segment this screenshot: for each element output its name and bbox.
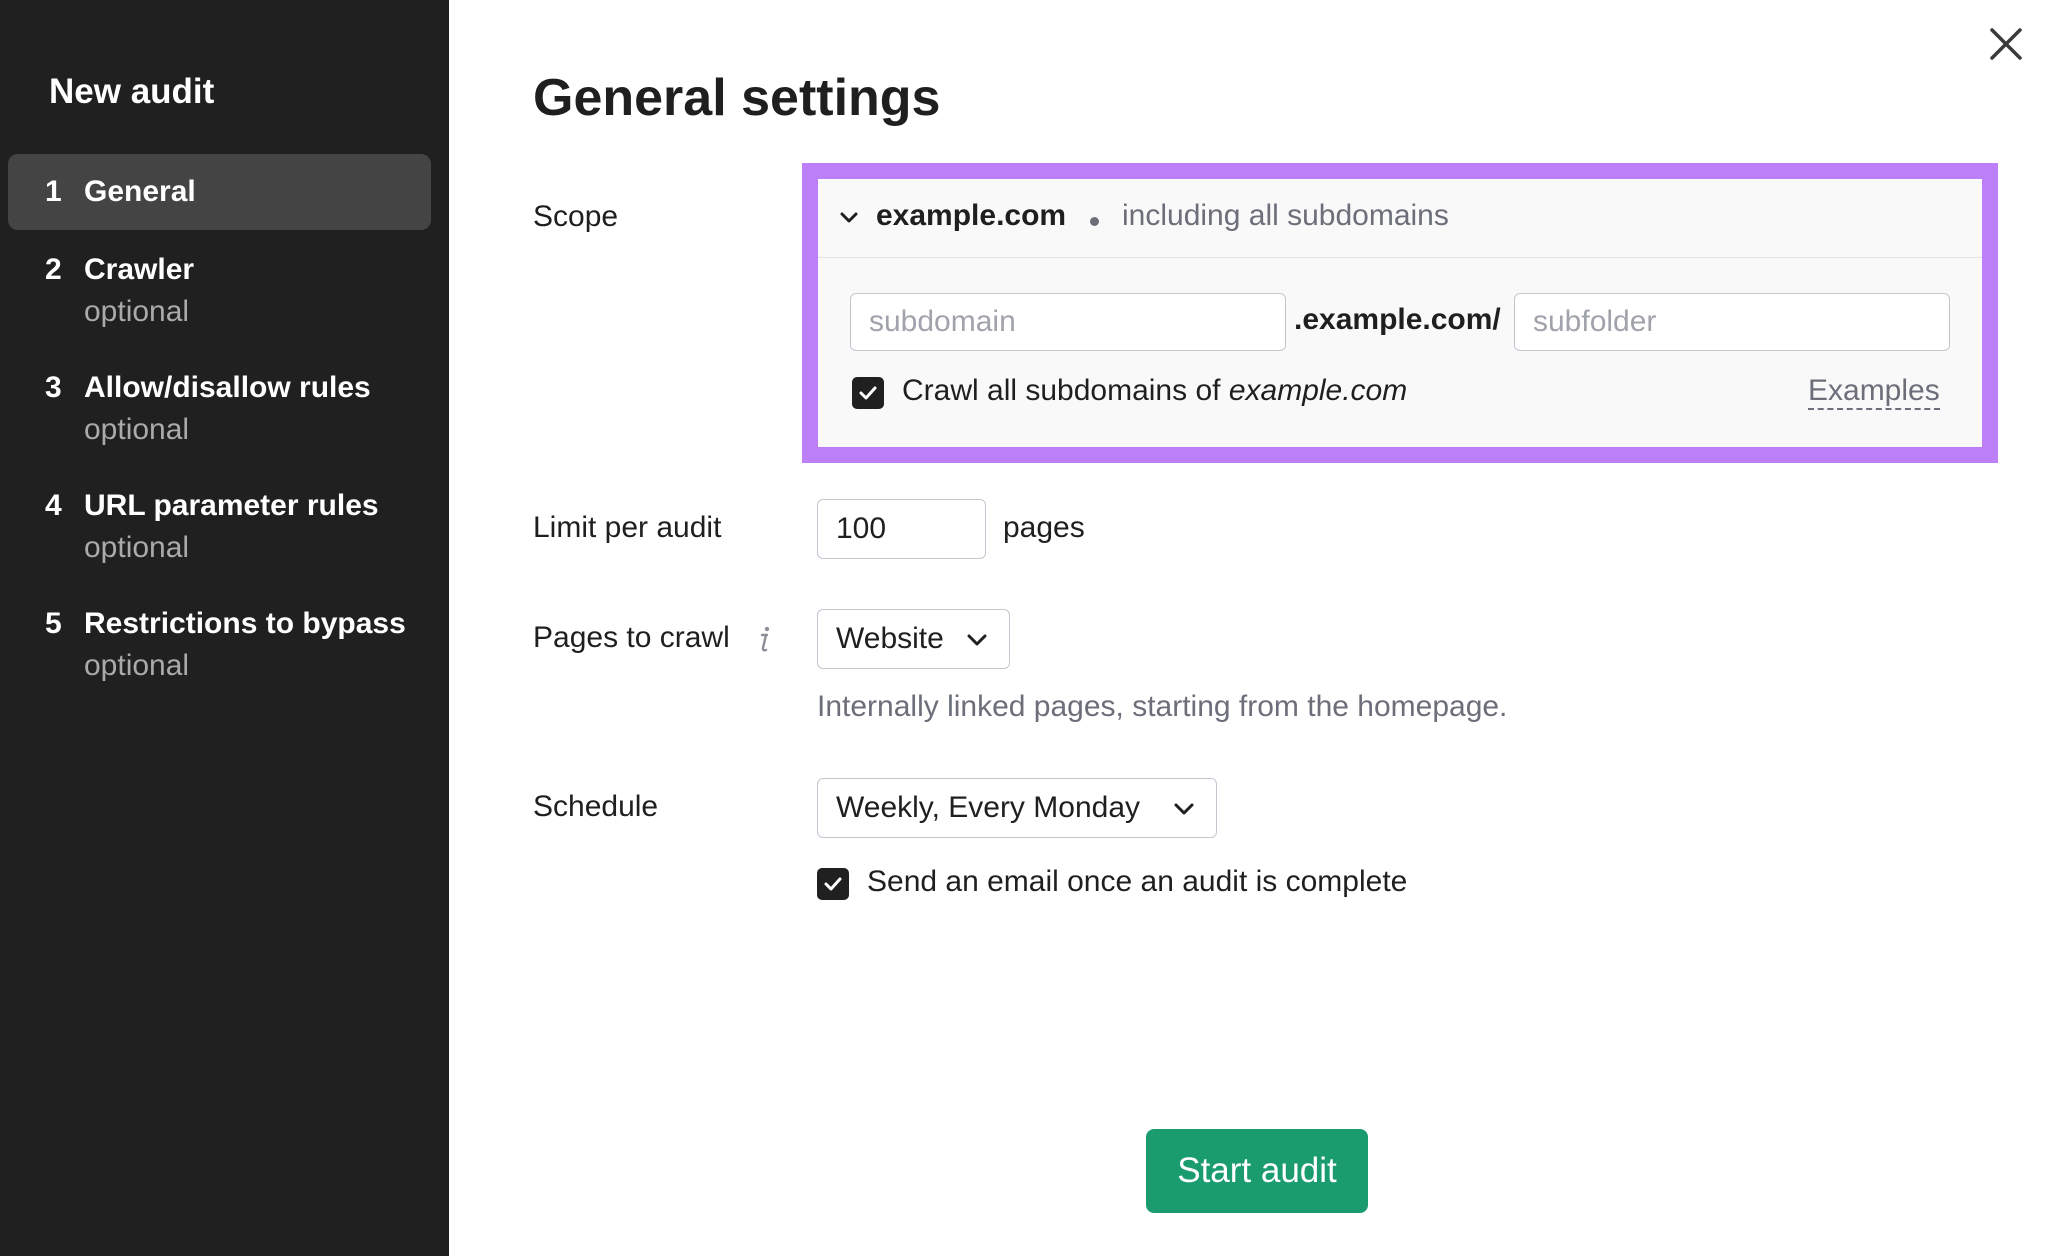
step-number: 1 xyxy=(45,175,62,208)
scope-header-toggle[interactable]: example.com including all subdomains xyxy=(818,179,1982,258)
step-number: 5 xyxy=(45,607,62,640)
limit-unit-label: pages xyxy=(1003,511,1085,544)
email-notification-label: Send an email once an audit is complete xyxy=(867,865,1408,898)
subdomain-input[interactable] xyxy=(850,293,1286,351)
limit-per-audit-label: Limit per audit xyxy=(533,511,722,544)
subfolder-input[interactable] xyxy=(1514,293,1950,351)
sidebar: New audit 1 General 2 Crawler optional 3… xyxy=(0,0,449,1256)
email-notification-checkbox[interactable] xyxy=(817,868,849,900)
close-icon xyxy=(1990,28,2022,60)
sidebar-step-crawler[interactable]: 2 Crawler optional xyxy=(8,250,431,334)
scope-panel: example.com including all subdomains .ex… xyxy=(818,179,1982,447)
step-number: 4 xyxy=(45,489,62,522)
sidebar-step-restrictions-to-bypass[interactable]: 5 Restrictions to bypass optional xyxy=(8,604,431,688)
page-title: General settings xyxy=(533,69,941,127)
pages-to-crawl-label: Pages to crawl xyxy=(533,621,730,654)
crawl-all-subdomains-checkbox[interactable] xyxy=(852,377,884,409)
pages-to-crawl-selected: Website xyxy=(836,622,944,655)
sidebar-step-general[interactable]: 1 General xyxy=(8,154,431,230)
start-audit-button[interactable]: Start audit xyxy=(1146,1129,1368,1213)
crawl-all-subdomains-label: Crawl all subdomains of example.com xyxy=(902,374,1407,408)
schedule-label: Schedule xyxy=(533,790,659,823)
examples-link[interactable]: Examples xyxy=(1808,374,1940,410)
pages-to-crawl-select[interactable]: Website xyxy=(817,609,1010,669)
schedule-select[interactable]: Weekly, Every Monday xyxy=(817,778,1217,838)
close-button[interactable] xyxy=(1986,24,2026,64)
crawl-all-domain: example.com xyxy=(1228,374,1408,407)
scope-note: including all subdomains xyxy=(1122,199,1449,232)
pages-to-crawl-hint: Internally linked pages, starting from t… xyxy=(817,690,1508,723)
separator-dot xyxy=(1090,217,1099,226)
scope-label: Scope xyxy=(533,200,619,233)
sidebar-step-url-parameter-rules[interactable]: 4 URL parameter rules optional xyxy=(8,486,431,570)
chevron-down-icon xyxy=(967,634,987,646)
domain-suffix: .example.com/ xyxy=(1294,303,1501,336)
step-number: 3 xyxy=(45,371,62,404)
step-label: URL parameter rules xyxy=(84,489,379,522)
sidebar-step-allow-disallow-rules[interactable]: 3 Allow/disallow rules optional xyxy=(8,368,431,452)
chevron-down-icon xyxy=(1174,803,1194,815)
step-label: Restrictions to bypass xyxy=(84,607,406,640)
checkmark-icon xyxy=(824,877,842,891)
chevron-down-icon xyxy=(840,212,858,223)
checkmark-icon xyxy=(859,386,877,400)
info-icon[interactable] xyxy=(757,624,773,654)
schedule-selected: Weekly, Every Monday xyxy=(836,791,1140,824)
step-number: 2 xyxy=(45,253,62,286)
step-optional-label: optional xyxy=(84,295,190,328)
step-label: Allow/disallow rules xyxy=(84,371,371,404)
step-optional-label: optional xyxy=(84,413,190,446)
step-optional-label: optional xyxy=(84,649,190,682)
sidebar-title: New audit xyxy=(49,72,215,111)
step-optional-label: optional xyxy=(84,531,190,564)
crawl-all-prefix: Crawl all subdomains of xyxy=(902,374,1221,407)
step-label: General xyxy=(84,175,196,208)
limit-per-audit-input[interactable] xyxy=(817,499,986,559)
scope-domain: example.com xyxy=(876,199,1067,232)
step-label: Crawler xyxy=(84,253,195,286)
